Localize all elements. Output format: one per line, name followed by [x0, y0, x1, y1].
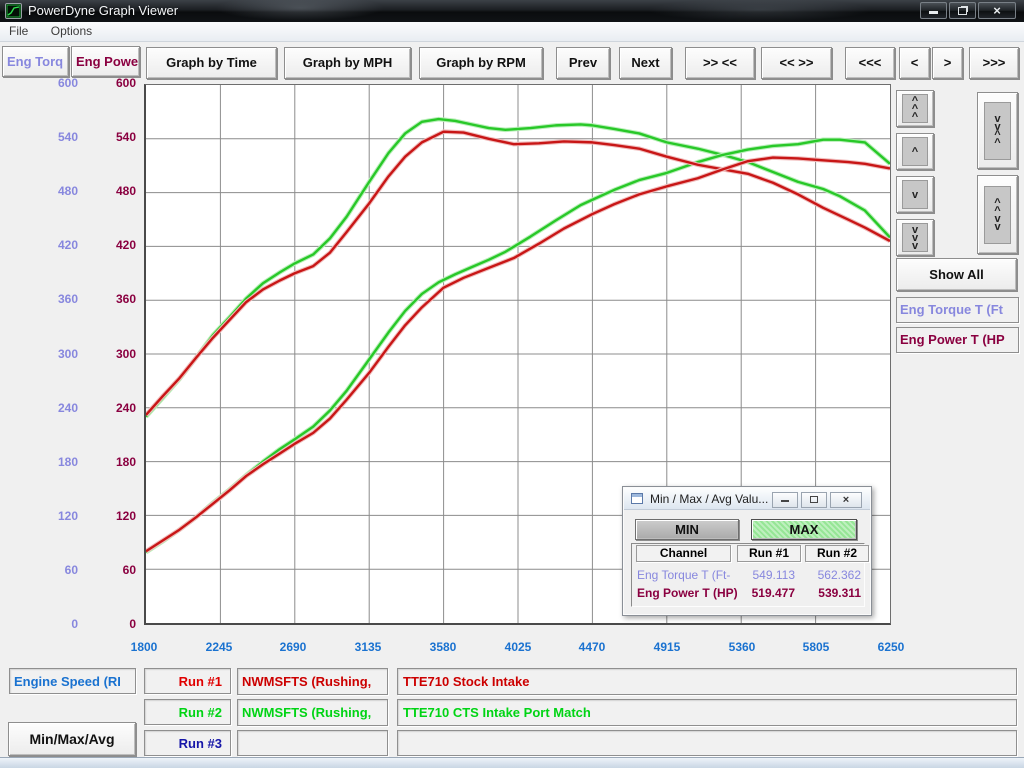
run1-label: Run #1: [144, 668, 231, 694]
run2-label: Run #2: [144, 699, 231, 725]
y-tick-power-180: 180: [66, 455, 136, 469]
x-tick-2245: 2245: [189, 640, 249, 654]
menu-file[interactable]: File: [0, 22, 37, 41]
window-title: PowerDyne Graph Viewer: [28, 3, 178, 18]
minmax-row-torque-label: Eng Torque T (Ft-: [637, 568, 745, 582]
x-tick-3135: 3135: [338, 640, 398, 654]
scroll-left-fast-button[interactable]: <<<: [845, 47, 895, 79]
minmax-close-button[interactable]: ×: [830, 492, 862, 508]
menubar: File Options: [0, 22, 1024, 42]
scroll-down-fast-button[interactable]: v v v: [896, 219, 934, 256]
graph-by-mph-button[interactable]: Graph by MPH: [284, 47, 411, 79]
column-header-run1[interactable]: Run #1: [737, 545, 801, 562]
y-tick-power-240: 240: [66, 401, 136, 415]
app-icon: [5, 3, 22, 19]
x-tick-2690: 2690: [263, 640, 323, 654]
x-tick-6250: 6250: [861, 640, 921, 654]
max-button[interactable]: MAX: [751, 519, 857, 540]
scroll-right-button[interactable]: >: [932, 47, 963, 79]
chevron-up-icon: ^: [912, 148, 918, 156]
minmax-titlebar[interactable]: Min / Max / Avg Valu... ×: [624, 488, 870, 510]
y-tick-power-300: 300: [66, 347, 136, 361]
maximize-button[interactable]: [949, 2, 976, 19]
x-axis-channel-label: Engine Speed (RI: [9, 668, 136, 694]
zoom-out-x-button[interactable]: << >>: [761, 47, 832, 79]
minmaxavg-button[interactable]: Min/Max/Avg: [8, 722, 136, 756]
run2-description[interactable]: TTE710 CTS Intake Port Match: [397, 699, 1017, 726]
minmax-minimize-button[interactable]: [772, 492, 798, 508]
next-button[interactable]: Next: [619, 47, 672, 79]
chevron-up-triple-icon: ^ ^ ^: [912, 97, 918, 121]
minmax-torque-run1-value: 549.113: [735, 568, 795, 582]
prev-button[interactable]: Prev: [556, 47, 610, 79]
run3-description[interactable]: [397, 730, 1017, 756]
show-all-button[interactable]: Show All: [896, 258, 1017, 291]
run1-description[interactable]: TTE710 Stock Intake: [397, 668, 1017, 695]
zoom-in-y-button[interactable]: v v ^ ^: [977, 92, 1018, 169]
minmax-maximize-button[interactable]: [801, 492, 827, 508]
x-tick-4470: 4470: [562, 640, 622, 654]
app-window: PowerDyne Graph Viewer × File Options En…: [0, 0, 1024, 768]
x-tick-3580: 3580: [413, 640, 473, 654]
column-header-run2[interactable]: Run #2: [805, 545, 869, 562]
y-tick-power-480: 480: [66, 184, 136, 198]
tab-eng-torque[interactable]: Eng Torq: [2, 46, 69, 77]
minimize-icon: [929, 11, 938, 14]
window-bottom-edge: [0, 757, 1024, 768]
x-tick-5360: 5360: [712, 640, 772, 654]
x-tick-4025: 4025: [488, 640, 548, 654]
y-tick-power-540: 540: [66, 130, 136, 144]
x-tick-1800: 1800: [114, 640, 174, 654]
restore-icon: [958, 7, 967, 15]
chevron-down-icon: v: [912, 191, 918, 199]
y-tick-power-60: 60: [66, 563, 136, 577]
scroll-down-button[interactable]: v: [896, 176, 934, 213]
scroll-up-fast-button[interactable]: ^ ^ ^: [896, 90, 934, 127]
chevron-down-triple-icon: v v v: [912, 226, 918, 250]
minimize-button[interactable]: [920, 2, 947, 19]
graph-by-time-button[interactable]: Graph by Time: [146, 47, 277, 79]
x-tick-5805: 5805: [786, 640, 846, 654]
minmax-power-run1-value: 519.477: [735, 586, 795, 600]
scroll-up-button[interactable]: ^: [896, 133, 934, 170]
minmax-window-title: Min / Max / Avg Valu...: [650, 492, 768, 506]
run2-file-name[interactable]: NWMSFTS (Rushing,: [237, 699, 388, 726]
minmax-values-window[interactable]: Min / Max / Avg Valu... × MIN MAX Channe…: [622, 486, 872, 616]
close-button[interactable]: ×: [978, 2, 1016, 19]
graph-by-rpm-button[interactable]: Graph by RPM: [419, 47, 543, 79]
minimize-icon: [781, 500, 789, 502]
zoom-in-x-button[interactable]: >> <<: [685, 47, 755, 79]
column-header-channel[interactable]: Channel: [636, 545, 731, 562]
zoom-out-y-button[interactable]: ^ ^ v v: [977, 175, 1018, 254]
run1-file-name[interactable]: NWMSFTS (Rushing,: [237, 668, 388, 695]
y-tick-power-420: 420: [66, 238, 136, 252]
restore-icon: [810, 496, 818, 503]
run3-label: Run #3: [144, 730, 231, 756]
tab-eng-power[interactable]: Eng Powe: [71, 46, 140, 77]
titlebar: PowerDyne Graph Viewer ×: [0, 0, 1024, 22]
minmax-row-power-label: Eng Power T (HP): [637, 586, 745, 600]
minmax-power-run2-value: 539.311: [803, 586, 861, 600]
y-tick-power-600: 600: [66, 76, 136, 90]
minmax-torque-run2-value: 562.362: [803, 568, 861, 582]
scroll-left-button[interactable]: <: [899, 47, 930, 79]
menu-options[interactable]: Options: [42, 22, 101, 41]
minmax-window-icon: [631, 493, 643, 504]
min-button[interactable]: MIN: [635, 519, 739, 540]
y-tick-power-360: 360: [66, 292, 136, 306]
scroll-right-fast-button[interactable]: >>>: [969, 47, 1019, 79]
torque-channel-label: Eng Torque T (Ft: [896, 297, 1019, 323]
x-tick-4915: 4915: [637, 640, 697, 654]
power-channel-label: Eng Power T (HP: [896, 327, 1019, 353]
y-tick-power-0: 0: [66, 617, 136, 631]
chevrons-outward-icon: ^ ^ v v: [994, 199, 1000, 231]
y-tick-power-120: 120: [66, 509, 136, 523]
run3-file-name[interactable]: [237, 730, 388, 756]
chevrons-inward-icon: v v ^ ^: [994, 115, 1000, 147]
